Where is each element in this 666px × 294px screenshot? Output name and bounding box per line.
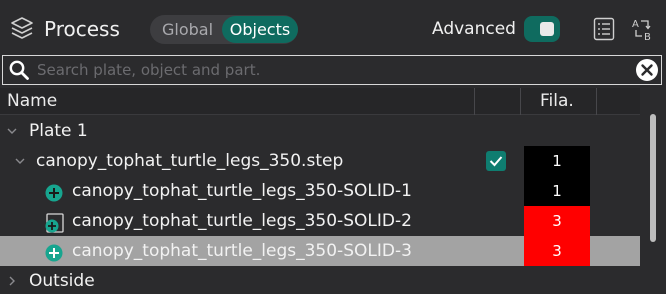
tree-row-part[interactable]: canopy_tophat_turtle_legs_350-SOLID-1 1 bbox=[0, 176, 640, 206]
filament-cell[interactable]: 1 bbox=[524, 176, 590, 206]
object-visibility-checkbox[interactable] bbox=[486, 151, 506, 171]
search-input[interactable] bbox=[37, 57, 617, 83]
add-part-icon bbox=[45, 184, 63, 202]
column-name-header[interactable]: Name bbox=[7, 88, 57, 115]
tree-row-object[interactable]: canopy_tophat_turtle_legs_350.step 1 bbox=[0, 146, 640, 176]
scope-switch[interactable]: Global Objects bbox=[150, 15, 298, 44]
part-label: canopy_tophat_turtle_legs_350-SOLID-1 bbox=[72, 181, 412, 201]
column-filament-header[interactable]: Fila. bbox=[540, 88, 574, 115]
tree-row-outside[interactable]: Outside bbox=[0, 266, 640, 294]
column-divider bbox=[474, 88, 475, 115]
part-label: canopy_tophat_turtle_legs_350-SOLID-2 bbox=[72, 211, 412, 231]
column-divider bbox=[596, 88, 597, 115]
part-label: canopy_tophat_turtle_legs_350-SOLID-3 bbox=[72, 241, 412, 261]
scrollbar-thumb[interactable] bbox=[650, 114, 656, 242]
advanced-toggle[interactable] bbox=[524, 16, 560, 42]
column-header: Name Fila. bbox=[0, 88, 640, 115]
page-title: Process bbox=[44, 17, 120, 41]
negative-part-icon bbox=[45, 213, 64, 233]
chevron-down-icon[interactable] bbox=[6, 125, 18, 137]
plate-label: Plate 1 bbox=[29, 121, 88, 141]
search-icon bbox=[9, 60, 29, 80]
filament-cell[interactable]: 3 bbox=[524, 206, 590, 236]
scope-global-option[interactable]: Global bbox=[162, 15, 213, 44]
filament-cell[interactable]: 3 bbox=[524, 236, 590, 266]
object-tree: Plate 1 canopy_tophat_turtle_legs_350.st… bbox=[0, 116, 640, 294]
advanced-label: Advanced bbox=[432, 19, 516, 39]
toggle-knob bbox=[540, 22, 554, 36]
tree-row-plate[interactable]: Plate 1 bbox=[0, 116, 640, 146]
ab-swap-icon[interactable]: A B bbox=[631, 16, 655, 42]
list-icon[interactable] bbox=[592, 16, 616, 42]
checkmark-icon bbox=[489, 156, 503, 167]
svg-text:B: B bbox=[644, 32, 651, 42]
svg-text:A: A bbox=[632, 19, 639, 30]
close-icon[interactable] bbox=[635, 58, 659, 82]
add-part-icon bbox=[45, 244, 63, 262]
tree-row-part-selected[interactable]: canopy_tophat_turtle_legs_350-SOLID-3 3 bbox=[0, 236, 640, 266]
scope-objects-option[interactable]: Objects bbox=[222, 16, 298, 43]
outside-label: Outside bbox=[29, 271, 95, 291]
object-label: canopy_tophat_turtle_legs_350.step bbox=[36, 151, 344, 171]
tree-row-part[interactable]: canopy_tophat_turtle_legs_350-SOLID-2 3 bbox=[0, 206, 640, 236]
column-divider bbox=[520, 88, 521, 115]
chevron-right-icon[interactable] bbox=[6, 275, 18, 287]
chevron-down-icon[interactable] bbox=[14, 155, 26, 167]
filament-cell[interactable]: 1 bbox=[524, 146, 590, 176]
layers-icon bbox=[11, 17, 33, 39]
process-header: Process Global Objects Advanced A B bbox=[0, 0, 666, 56]
search-bar[interactable] bbox=[2, 55, 662, 85]
